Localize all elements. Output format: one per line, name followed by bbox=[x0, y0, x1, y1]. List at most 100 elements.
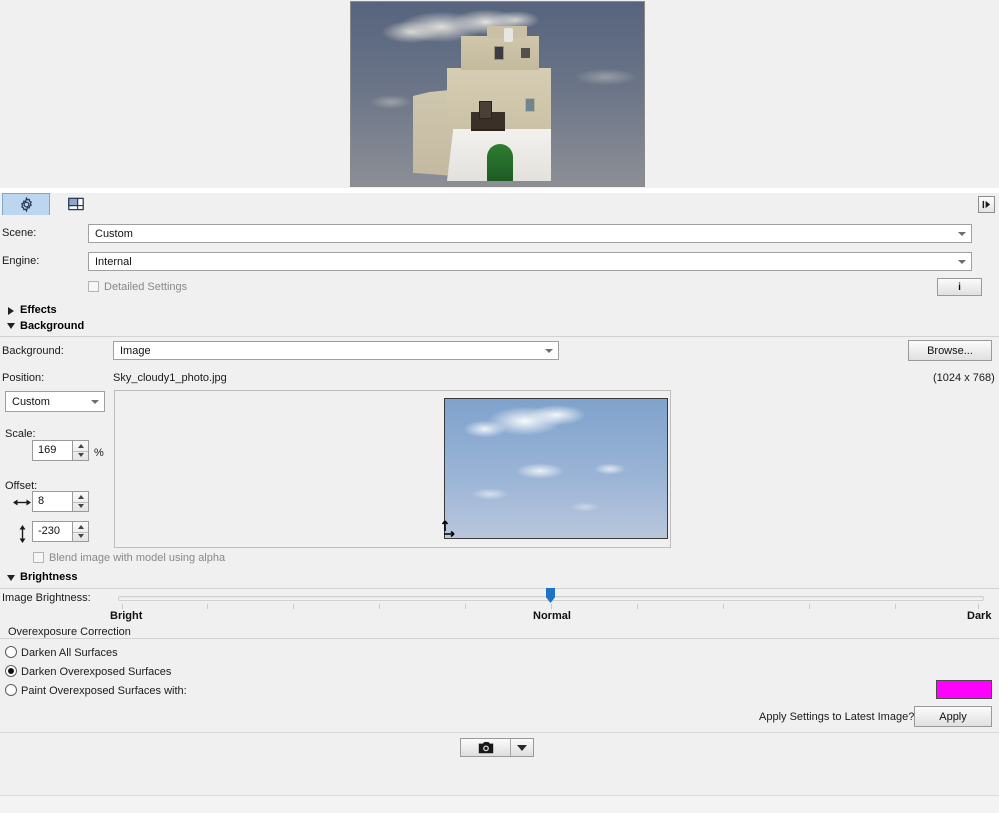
background-disclosure-icon[interactable] bbox=[7, 323, 15, 329]
section-effects-label[interactable]: Effects bbox=[20, 304, 57, 316]
blend-alpha-label: Blend image with model using alpha bbox=[49, 552, 226, 564]
detailed-settings-label: Detailed Settings bbox=[104, 281, 188, 293]
scale-stepper[interactable]: 169 bbox=[32, 440, 89, 461]
scene-label: Scene: bbox=[2, 227, 37, 239]
chevron-down-icon bbox=[517, 744, 527, 751]
effects-disclosure-icon[interactable] bbox=[8, 307, 14, 315]
background-type-label: Background: bbox=[2, 345, 64, 357]
background-divider bbox=[0, 336, 999, 337]
radio-darken-all-surfaces-label[interactable]: Darken All Surfaces bbox=[21, 647, 118, 659]
position-dropdown[interactable]: Custom bbox=[5, 391, 105, 412]
offset-y-decrement[interactable] bbox=[73, 532, 88, 542]
slider-tick bbox=[551, 604, 552, 609]
background-image-dimensions: (1024 x 768) bbox=[933, 372, 995, 384]
chevron-down-icon bbox=[958, 259, 966, 264]
camera-icon bbox=[478, 741, 494, 754]
apply-button-label: Apply bbox=[939, 710, 967, 723]
offset-x-decrement[interactable] bbox=[73, 502, 88, 512]
paint-color-swatch[interactable] bbox=[936, 680, 992, 699]
slider-tick bbox=[122, 604, 123, 609]
slider-tick bbox=[379, 604, 380, 609]
overexposure-title: Overexposure Correction bbox=[8, 626, 131, 638]
background-type-dropdown[interactable]: Image bbox=[113, 341, 559, 360]
footer-strip bbox=[0, 795, 999, 813]
offset-x-stepper-arrows[interactable] bbox=[72, 492, 88, 511]
render-green-door bbox=[487, 144, 513, 181]
detailed-settings-checkbox[interactable] bbox=[88, 281, 99, 292]
slider-tick bbox=[723, 604, 724, 609]
offset-x-stepper[interactable]: 8 bbox=[32, 491, 89, 512]
gear-icon bbox=[19, 197, 34, 212]
background-image-preview-panel[interactable] bbox=[114, 390, 673, 548]
render-window-upper-right bbox=[521, 48, 530, 58]
image-brightness-label: Image Brightness: bbox=[2, 592, 91, 604]
radio-darken-overexposed-surfaces-label[interactable]: Darken Overexposed Surfaces bbox=[21, 666, 171, 678]
expand-panel-icon bbox=[982, 200, 991, 209]
position-value: Custom bbox=[12, 395, 50, 408]
scale-unit-label: % bbox=[94, 447, 104, 459]
slider-tick bbox=[207, 604, 208, 609]
scale-stepper-arrows[interactable] bbox=[72, 441, 88, 460]
render-balcony-door bbox=[479, 101, 492, 119]
info-button[interactable]: i bbox=[937, 278, 982, 296]
slider-label-normal: Normal bbox=[533, 610, 571, 622]
blend-alpha-checkbox[interactable] bbox=[33, 552, 44, 563]
render-window-upper-left bbox=[494, 46, 504, 60]
chevron-down-icon bbox=[91, 399, 99, 404]
move-cursor-icon bbox=[441, 519, 457, 537]
horizontal-arrows-icon bbox=[13, 498, 31, 507]
slider-label-bright: Bright bbox=[110, 610, 143, 622]
engine-dropdown[interactable]: Internal bbox=[88, 252, 972, 271]
scale-value: 169 bbox=[38, 444, 57, 456]
chevron-down-icon bbox=[958, 231, 966, 236]
render-window-lower-right bbox=[525, 98, 535, 112]
vertical-arrows-icon bbox=[18, 525, 27, 543]
apply-button[interactable]: Apply bbox=[914, 706, 992, 727]
radio-darken-all-surfaces[interactable] bbox=[5, 646, 17, 658]
scene-dropdown[interactable]: Custom bbox=[88, 224, 972, 243]
brightness-divider bbox=[0, 588, 999, 589]
section-brightness-label[interactable]: Brightness bbox=[20, 571, 77, 583]
radio-darken-overexposed-surfaces[interactable] bbox=[5, 665, 17, 677]
slider-tick bbox=[637, 604, 638, 609]
offset-x-value: 8 bbox=[38, 495, 45, 507]
brightness-disclosure-icon[interactable] bbox=[7, 575, 15, 581]
slider-tick bbox=[465, 604, 466, 609]
render-preview-image[interactable] bbox=[350, 1, 645, 187]
info-icon: i bbox=[958, 281, 961, 293]
expand-panel-button[interactable] bbox=[978, 196, 995, 213]
slider-tick bbox=[809, 604, 810, 609]
render-preview-area bbox=[0, 0, 999, 188]
browse-button-label: Browse... bbox=[927, 344, 973, 357]
tab-render-settings[interactable] bbox=[2, 193, 50, 215]
slider-tick bbox=[293, 604, 294, 609]
chevron-down-icon bbox=[545, 348, 553, 353]
offset-y-stepper-arrows[interactable] bbox=[72, 522, 88, 541]
slider-label-dark: Dark bbox=[967, 610, 992, 622]
offset-y-stepper[interactable]: -230 bbox=[32, 521, 89, 542]
engine-label: Engine: bbox=[2, 255, 40, 267]
engine-value: Internal bbox=[95, 255, 132, 268]
browse-button[interactable]: Browse... bbox=[908, 340, 992, 361]
section-background-label[interactable]: Background bbox=[20, 320, 84, 332]
capture-button-group bbox=[460, 738, 534, 757]
overexposure-divider bbox=[0, 638, 999, 639]
position-label: Position: bbox=[2, 372, 45, 384]
background-file-name: Sky_cloudy1_photo.jpg bbox=[113, 372, 227, 384]
tab-layout-settings[interactable] bbox=[52, 193, 100, 215]
capture-image-button[interactable] bbox=[461, 739, 511, 756]
render-chimney bbox=[504, 28, 513, 42]
radio-paint-overexposed-surfaces-label[interactable]: Paint Overexposed Surfaces with: bbox=[21, 685, 187, 697]
slider-tick bbox=[978, 604, 979, 609]
scene-value: Custom bbox=[95, 227, 133, 240]
settings-tabbar bbox=[0, 193, 999, 217]
background-image-preview[interactable] bbox=[444, 398, 668, 539]
offset-y-value: -230 bbox=[38, 525, 61, 537]
scale-decrement[interactable] bbox=[73, 451, 88, 461]
panel-layout-icon bbox=[68, 197, 84, 211]
capture-options-dropdown[interactable] bbox=[511, 739, 533, 756]
radio-paint-overexposed-surfaces[interactable] bbox=[5, 684, 17, 696]
background-type-value: Image bbox=[120, 344, 151, 357]
scale-label: Scale: bbox=[5, 428, 36, 440]
apply-question-label: Apply Settings to Latest Image? bbox=[759, 711, 915, 723]
